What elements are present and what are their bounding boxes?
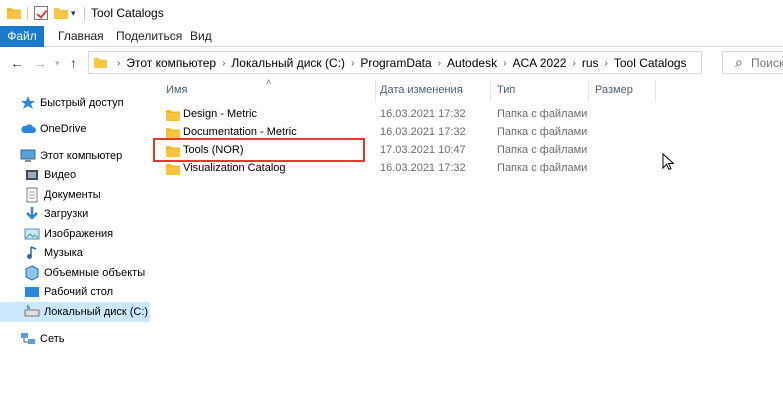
column-divider[interactable] <box>655 80 656 102</box>
chevron-right-icon[interactable]: › <box>438 58 441 69</box>
mouse-cursor-icon <box>662 153 674 171</box>
chevron-right-icon[interactable]: › <box>503 58 506 69</box>
ribbon-tabs: Файл Главная Поделиться Вид <box>0 26 783 47</box>
music-icon <box>27 246 37 259</box>
nav-label: Изображения <box>44 228 114 240</box>
cloud-icon <box>21 124 36 133</box>
file-date: 16.03.2021 17:32 <box>380 162 466 174</box>
chevron-right-icon[interactable]: › <box>222 58 225 69</box>
tab-home[interactable]: Главная <box>58 29 104 43</box>
forward-arrow-icon[interactable]: → <box>33 55 47 71</box>
file-name: Design - Metric <box>183 108 257 120</box>
address-bar[interactable]: › Этот компьютер › Локальный диск (C:) ›… <box>88 51 702 74</box>
list-item[interactable]: Design - Metric 16.03.2021 17:32 Папка с… <box>166 106 662 124</box>
folder-icon <box>7 8 21 19</box>
nav-label: OneDrive <box>40 123 87 135</box>
highlight-annotation <box>153 138 365 162</box>
nav-label: Рабочий стол <box>44 286 114 298</box>
nav-item-network[interactable]: Сеть <box>20 329 170 349</box>
column-header-type[interactable]: Тип <box>497 84 515 96</box>
folder-icon <box>166 164 180 175</box>
breadcrumb-local-disk[interactable]: Локальный диск (C:) <box>231 56 345 70</box>
file-type: Папка с файлами <box>497 162 588 174</box>
quick-access-dropdown-icon[interactable]: ▾ <box>71 8 76 19</box>
chevron-right-icon: › <box>117 57 121 69</box>
nav-label: Документы <box>44 189 101 201</box>
file-date: 16.03.2021 17:32 <box>380 126 466 138</box>
pictures-icon <box>24 228 40 240</box>
computer-icon <box>20 149 36 162</box>
address-row: ← → ▾ ↑ › Этот компьютер › Локальный дис… <box>0 47 783 79</box>
breadcrumb-rus[interactable]: rus <box>582 56 599 70</box>
chevron-right-icon[interactable]: › <box>572 58 575 69</box>
nav-label: Сеть <box>40 333 65 345</box>
nav-item-quick-access[interactable]: Быстрый доступ <box>20 93 170 113</box>
file-type: Папка с файлами <box>497 144 588 156</box>
column-header-name[interactable]: Имя <box>166 84 187 96</box>
search-input[interactable]: ⌕ Поиск <box>722 51 783 74</box>
nav-label: Локальный диск (C:) <box>44 306 149 318</box>
tab-view[interactable]: Вид <box>190 29 212 43</box>
nav-label: Объемные объекты <box>44 267 146 279</box>
nav-label: Видео <box>44 169 77 181</box>
file-type: Папка с файлами <box>497 126 588 138</box>
up-arrow-icon[interactable]: ↑ <box>70 55 77 71</box>
star-icon <box>21 96 35 109</box>
window-title: Tool Catalogs <box>91 6 164 20</box>
back-arrow-icon[interactable]: ← <box>10 55 24 71</box>
tab-file[interactable]: Файл <box>0 26 44 47</box>
chevron-right-icon[interactable]: › <box>605 58 608 69</box>
divider <box>84 7 85 20</box>
file-name: Documentation - Metric <box>183 126 297 138</box>
nav-label: Загрузки <box>44 208 89 220</box>
nav-item-this-pc[interactable]: Этот компьютер <box>20 146 170 166</box>
recent-locations-icon[interactable]: ▾ <box>55 58 60 69</box>
nav-item-local-disk[interactable]: Локальный диск (C:) <box>0 302 150 322</box>
title-bar: ▾ Tool Catalogs <box>0 0 783 26</box>
column-header-size[interactable]: Размер <box>595 84 633 96</box>
documents-icon <box>26 187 38 203</box>
video-icon <box>26 170 38 180</box>
file-name: Visualization Catalog <box>183 162 286 174</box>
folder-icon <box>166 110 180 121</box>
download-icon <box>26 207 38 220</box>
sort-ascending-icon: ˄ <box>266 77 272 87</box>
file-list: ˄ Имя Дата изменения Тип Размер Design -… <box>152 77 783 398</box>
drive-icon <box>24 305 40 317</box>
nav-item-onedrive[interactable]: OneDrive <box>20 119 170 139</box>
nav-label: Быстрый доступ <box>40 97 124 109</box>
breadcrumb-this-pc[interactable]: Этот компьютер <box>126 56 216 70</box>
list-item[interactable]: Visualization Catalog 16.03.2021 17:32 П… <box>166 160 662 178</box>
file-type: Папка с файлами <box>497 108 588 120</box>
new-folder-quick-icon[interactable] <box>54 7 68 19</box>
file-date: 16.03.2021 17:32 <box>380 108 466 120</box>
column-divider[interactable] <box>490 80 491 102</box>
breadcrumb: › Этот компьютер › Локальный диск (C:) ›… <box>111 56 687 70</box>
breadcrumb-tool-catalogs[interactable]: Tool Catalogs <box>614 56 687 70</box>
divider <box>27 7 28 20</box>
search-icon: ⌕ <box>735 54 743 70</box>
3d-objects-icon <box>25 265 39 281</box>
breadcrumb-programdata[interactable]: ProgramData <box>360 56 431 70</box>
chevron-right-icon[interactable]: › <box>351 58 354 69</box>
breadcrumb-autodesk[interactable]: Autodesk <box>447 56 497 70</box>
file-date: 17.03.2021 10:47 <box>380 144 466 156</box>
nav-label: Музыка <box>44 247 83 259</box>
nav-label: Этот компьютер <box>40 150 123 162</box>
folder-icon <box>94 57 107 68</box>
column-divider[interactable] <box>375 80 376 102</box>
properties-quick-icon[interactable] <box>34 6 48 20</box>
breadcrumb-aca-2022[interactable]: ACA 2022 <box>512 56 566 70</box>
column-header-date[interactable]: Дата изменения <box>380 84 463 96</box>
search-placeholder: Поиск <box>751 56 783 70</box>
navigation-pane: Быстрый доступ OneDrive Этот компьютер В… <box>0 80 152 398</box>
network-icon <box>21 333 35 344</box>
column-divider[interactable] <box>588 80 589 102</box>
tab-share[interactable]: Поделиться <box>116 29 182 43</box>
desktop-icon <box>25 287 39 297</box>
